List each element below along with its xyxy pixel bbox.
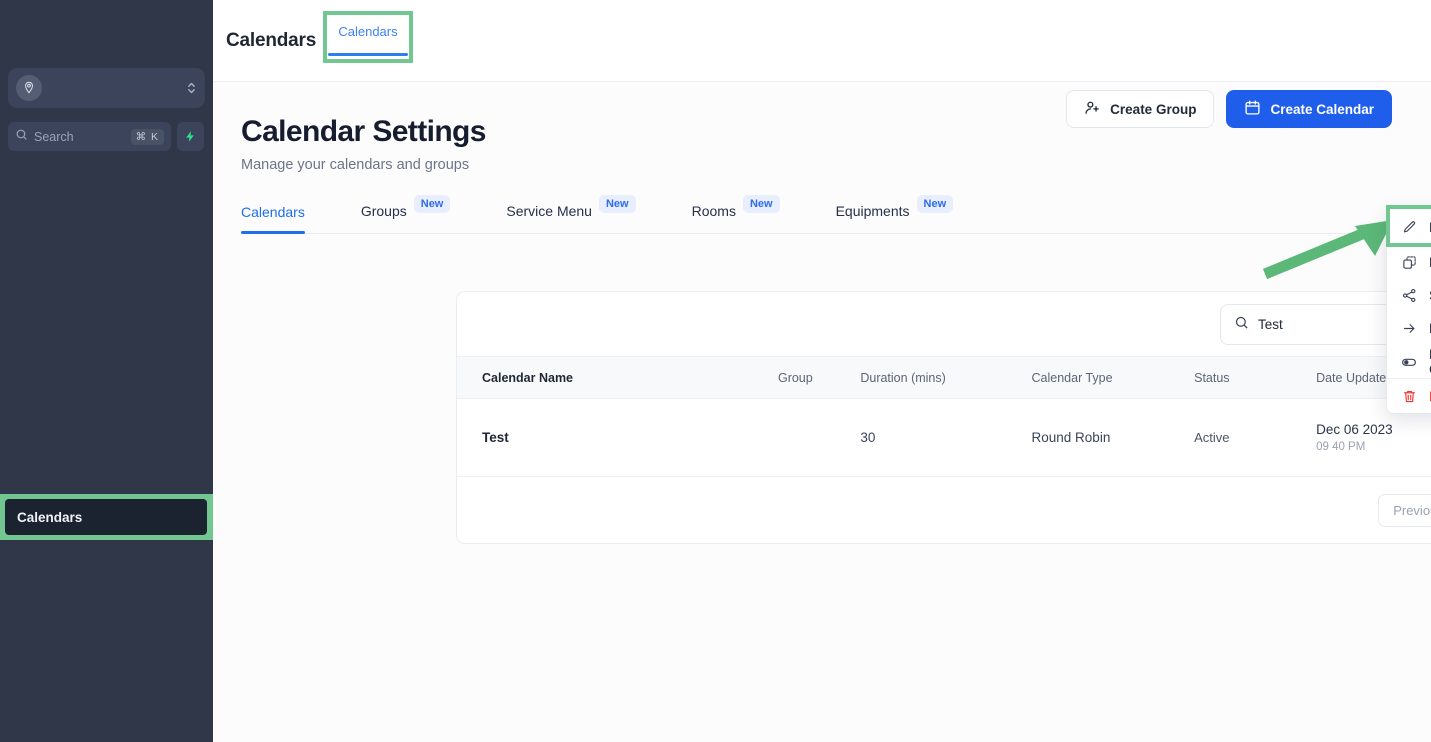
share-nodes-icon [1401,288,1417,303]
topbar-tab-label: Calendars [338,24,398,39]
sidebar-item-calendars-highlight: Calendars [0,494,215,540]
tab-equipments-label: Equipments [835,203,910,219]
trash-icon [1401,389,1417,404]
tab-rooms[interactable]: Rooms New [691,195,780,233]
search-icon [15,128,28,146]
sidebar-item-label: Calendars [17,509,83,525]
search-icon [1234,315,1249,333]
tab-rooms-badge: New [742,195,780,213]
sidebar: Search ⌘ K Calendars [0,0,215,742]
chevron-up-down-icon [186,80,197,96]
topbar: Calendars Calendars [213,0,1431,82]
search-placeholder: Search [34,129,74,144]
status-badge: Active [1194,430,1230,445]
calendars-table-card: Test 1 Calendar Name Group Duration (min… [456,291,1431,544]
row-context-menu: Edit Duplicate Share [1386,207,1431,414]
table-search-value: Test [1258,316,1283,332]
tab-groups-label: Groups [360,203,407,219]
cell-status: Active [1194,399,1316,477]
topbar-tab-calendars[interactable]: Calendars [327,15,409,59]
date-updated-time: 09 40 PM [1316,441,1366,453]
create-calendar-label: Create Calendar [1270,101,1374,117]
menu-item-share[interactable]: Share [1387,279,1431,312]
table-toolbar: Test 1 [457,292,1431,356]
create-calendar-button[interactable]: Create Calendar [1226,90,1392,128]
arrow-right-icon [1401,321,1417,336]
app-root: Search ⌘ K Calendars Calendars Calendars [0,0,1431,742]
menu-item-deactivate-calendar[interactable]: Deactivate Calendar [1387,345,1431,378]
user-plus-icon [1084,99,1101,119]
sidebar-item-calendars[interactable]: Calendars [5,499,207,535]
tab-calendars[interactable]: Calendars [241,204,305,234]
toggle-off-icon [1401,354,1417,370]
col-status: Status [1194,370,1230,385]
table-head: Calendar Name Group Duration (mins) Cale… [457,356,1431,399]
bolt-icon[interactable] [177,122,204,151]
search-shortcut-kbd: ⌘ K [130,128,164,145]
tab-service-menu[interactable]: Service Menu New [506,195,636,233]
tab-service-menu-label: Service Menu [506,203,592,219]
menu-item-delete-calendar[interactable]: Delete Calendar [1387,378,1431,413]
tab-active-underline [241,231,305,234]
table-header-row: Calendar Name Group Duration (mins) Cale… [457,356,1431,399]
table-row[interactable]: Test 30 Round Robin Active Dec 06 2023 0… [457,399,1431,477]
pagination-previous-button[interactable]: Previous [1378,493,1431,527]
page-actions: Create Group Create Calendar [1066,90,1392,128]
menu-item-move-to-group[interactable]: Move to Group [1387,312,1431,345]
page-subtitle: Manage your calendars and groups [241,157,470,173]
tab-calendars-label: Calendars [241,204,305,220]
col-group: Group [777,370,813,385]
col-calendar-name: Calendar Name [482,370,574,385]
cell-calendar-type: Round Robin [1031,430,1111,445]
main-area: Calendars Calendars Calendar Settings Ma… [213,0,1431,742]
menu-item-duplicate[interactable]: Duplicate [1387,246,1431,279]
account-switcher[interactable] [8,68,205,108]
cell-duration: 30 [860,430,876,445]
cell-calendar-name: Test [482,430,509,445]
cell-group [778,399,860,477]
topbar-tab-highlight: Calendars [323,11,413,63]
calendar-icon [1244,99,1261,119]
tab-groups[interactable]: Groups New [360,195,451,233]
topbar-tab-underline [328,53,408,56]
pencil-icon [1401,220,1417,235]
calendars-table: Calendar Name Group Duration (mins) Cale… [457,356,1431,477]
tab-bar: Calendars Groups New Service Menu New Ro… [241,186,1391,234]
search-input[interactable]: Search ⌘ K [8,122,171,151]
location-pin-icon [16,75,42,101]
tab-equipments-badge: New [916,195,954,213]
col-calendar-type: Calendar Type [1031,370,1113,385]
tab-rooms-label: Rooms [691,203,736,219]
table-body: Test 30 Round Robin Active Dec 06 2023 0… [457,399,1431,477]
tab-service-menu-badge: New [598,195,636,213]
tab-equipments[interactable]: Equipments New [835,195,954,233]
create-group-label: Create Group [1110,101,1197,117]
sidebar-search-row: Search ⌘ K [8,122,204,151]
pagination: Previous 1 Next [457,477,1431,543]
page-title: Calendar Settings [241,115,486,148]
tab-groups-badge: New [413,195,451,213]
page-breadcrumb-title: Calendars [226,29,317,51]
date-updated-date: Dec 06 2023 [1316,422,1393,437]
copy-icon [1401,255,1417,270]
menu-item-edit[interactable]: Edit [1387,208,1431,246]
create-group-button[interactable]: Create Group [1066,90,1215,128]
col-duration: Duration (mins) [860,370,946,385]
